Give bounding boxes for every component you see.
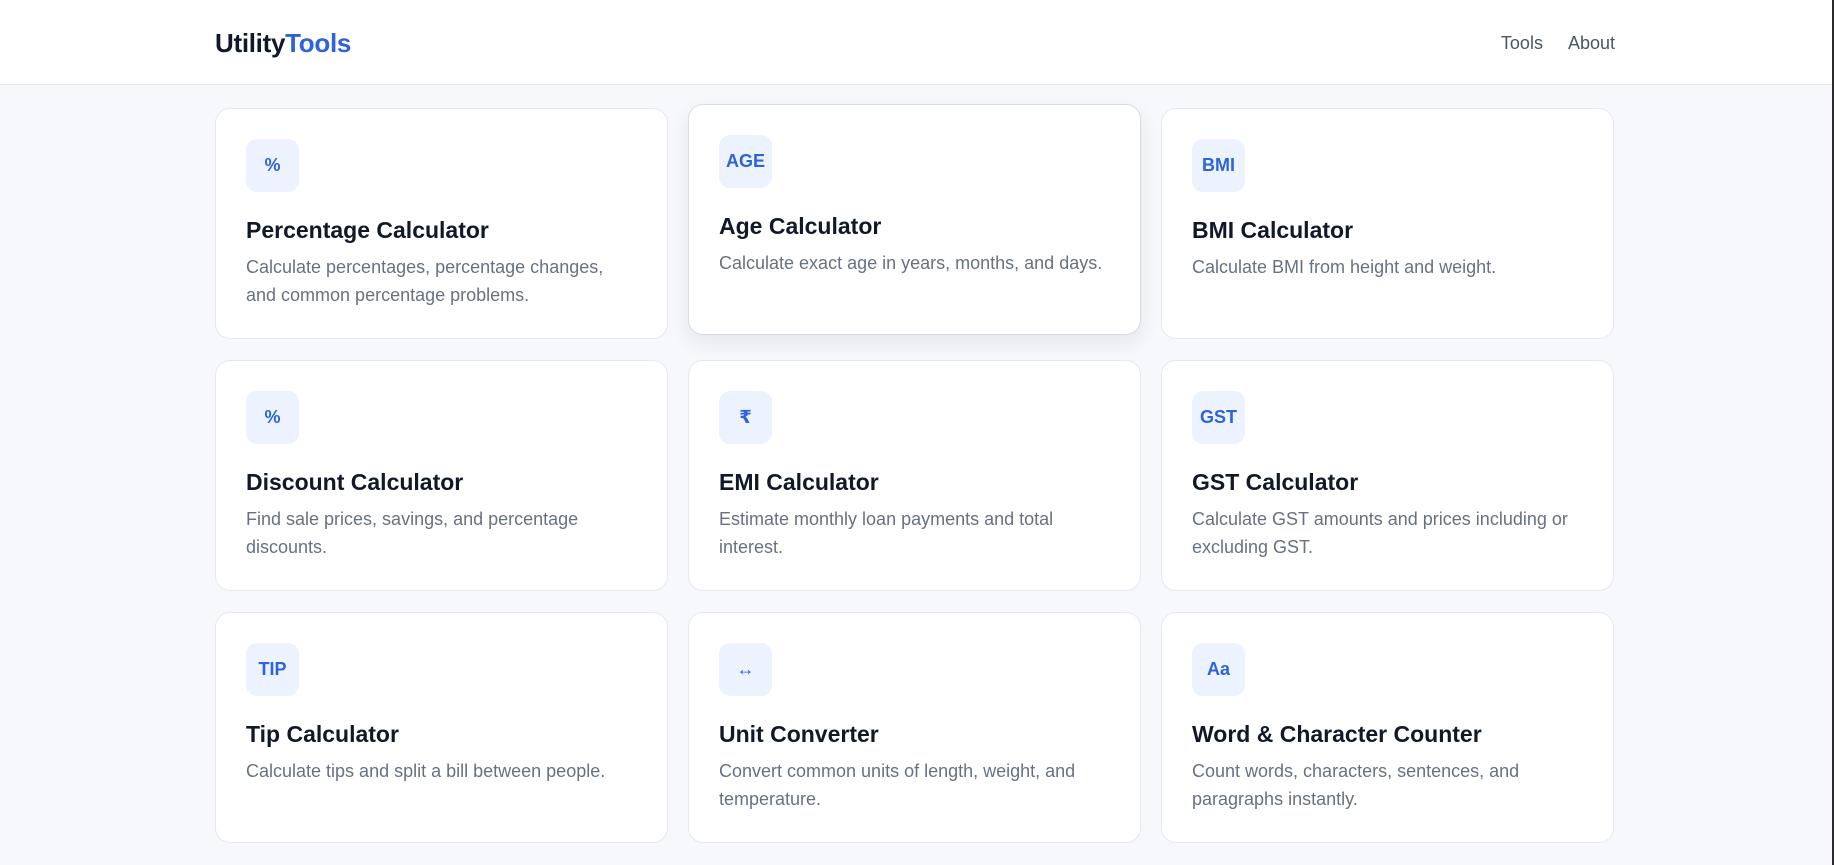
tool-title: BMI Calculator xyxy=(1192,217,1354,243)
arrows-icon: ↔ xyxy=(719,643,772,696)
tool-title: EMI Calculator xyxy=(719,469,879,495)
rupee-icon: ₹ xyxy=(719,391,772,444)
tool-card-emi[interactable]: ₹ EMI Calculator Estimate monthly loan p… xyxy=(688,360,1141,591)
tool-description: Count words, characters, sentences, and … xyxy=(1192,761,1520,809)
text-icon: Aa xyxy=(1192,643,1245,696)
viewport: UtilityTools Tools About % Percentage Ca… xyxy=(0,0,1832,865)
tool-description: Calculate exact age in years, months, an… xyxy=(719,253,1103,273)
tool-title: Tip Calculator xyxy=(246,721,399,747)
site-logo[interactable]: UtilityTools xyxy=(215,28,351,58)
tool-description: Estimate monthly loan payments and total… xyxy=(719,509,1054,557)
gst-icon: GST xyxy=(1192,391,1245,444)
site-header: UtilityTools Tools About xyxy=(0,0,1832,85)
tool-description: Calculate percentages, percentage change… xyxy=(246,257,604,305)
tool-description: Convert common units of length, weight, … xyxy=(719,761,1076,809)
tool-description: Calculate tips and split a bill between … xyxy=(246,761,606,781)
logo-text-tools: Tools xyxy=(285,28,352,58)
tool-card-bmi[interactable]: BMI BMI Calculator Calculate BMI from he… xyxy=(1161,108,1614,339)
tool-card-gst[interactable]: GST GST Calculator Calculate GST amounts… xyxy=(1161,360,1614,591)
bmi-icon: BMI xyxy=(1192,139,1245,192)
tool-title: Discount Calculator xyxy=(246,469,464,495)
tool-card-age[interactable]: AGE Age Calculator Calculate exact age i… xyxy=(688,104,1141,335)
age-icon: AGE xyxy=(719,135,772,188)
tool-title: Unit Converter xyxy=(719,721,879,747)
page: UtilityTools Tools About % Percentage Ca… xyxy=(0,0,1834,865)
nav-link-about[interactable]: About xyxy=(1568,31,1615,55)
nav-link-tools[interactable]: Tools xyxy=(1501,31,1543,55)
percent-icon: % xyxy=(246,391,299,444)
tool-title: GST Calculator xyxy=(1192,469,1359,495)
logo-text-utility: Utility xyxy=(215,28,286,58)
percent-icon: % xyxy=(246,139,299,192)
tool-description: Calculate GST amounts and prices includi… xyxy=(1192,509,1568,557)
tool-title: Age Calculator xyxy=(719,213,882,239)
tool-description: Find sale prices, savings, and percentag… xyxy=(246,509,579,557)
tool-title: Percentage Calculator xyxy=(246,217,489,243)
main-nav: Tools About xyxy=(1501,31,1615,55)
tool-card-discount[interactable]: % Discount Calculator Find sale prices, … xyxy=(215,360,668,591)
tool-card-unit-converter[interactable]: ↔ Unit Converter Convert common units of… xyxy=(688,612,1141,843)
tip-icon: TIP xyxy=(246,643,299,696)
tool-card-percentage[interactable]: % Percentage Calculator Calculate percen… xyxy=(215,108,668,339)
tool-description: Calculate BMI from height and weight. xyxy=(1192,257,1497,277)
tool-title: Word & Character Counter xyxy=(1192,721,1482,747)
tool-card-tip[interactable]: TIP Tip Calculator Calculate tips and sp… xyxy=(215,612,668,843)
tool-card-word-counter[interactable]: Aa Word & Character Counter Count words,… xyxy=(1161,612,1614,843)
